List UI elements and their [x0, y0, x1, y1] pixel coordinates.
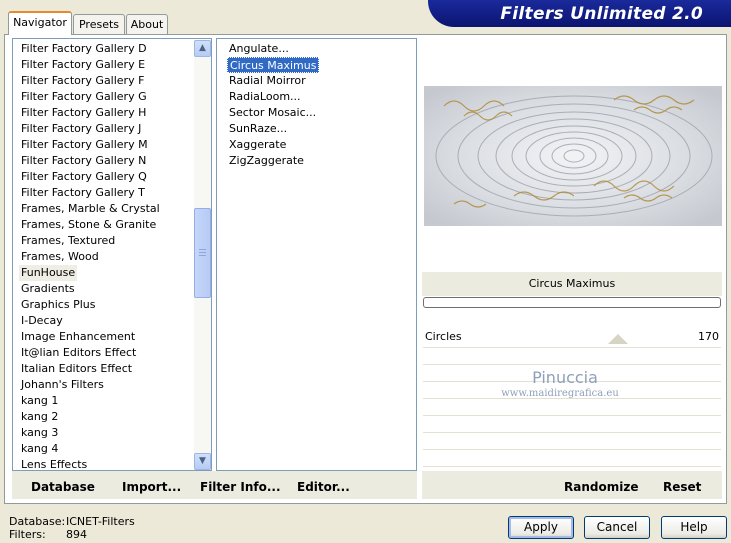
category-item[interactable]: Filter Factory Gallery E: [19, 57, 147, 73]
editor-button[interactable]: Editor...: [297, 478, 350, 496]
filter-item[interactable]: Angulate...: [227, 41, 291, 57]
category-item[interactable]: Johann's Filters: [19, 377, 106, 393]
preview-image: [424, 86, 722, 226]
tab-about[interactable]: About: [126, 14, 168, 34]
progress-bar: [423, 297, 721, 308]
filter-item[interactable]: Sector Mosaic...: [227, 105, 318, 121]
category-item[interactable]: Filter Factory Gallery M: [19, 137, 150, 153]
scroll-thumb[interactable]: [194, 208, 211, 298]
category-item[interactable]: Graphics Plus: [19, 297, 97, 313]
category-item[interactable]: FunHouse: [19, 265, 78, 281]
scroll-down-icon[interactable]: ▼: [194, 453, 211, 470]
filter-info-button[interactable]: Filter Info...: [200, 478, 281, 496]
category-item[interactable]: Filter Factory Gallery F: [19, 73, 146, 89]
status-filters-value: 894: [66, 528, 87, 541]
filter-item[interactable]: RadiaLoom...: [227, 89, 303, 105]
help-button[interactable]: Help: [661, 516, 727, 539]
filter-item[interactable]: Circus Maximus: [227, 57, 320, 73]
apply-button[interactable]: Apply: [508, 516, 574, 539]
category-item[interactable]: Filter Factory Gallery T: [19, 185, 147, 201]
app-title-banner: Filters Unlimited 2.0: [428, 0, 731, 27]
category-item[interactable]: Filter Factory Gallery Q: [19, 169, 149, 185]
category-item[interactable]: kang 4: [19, 441, 60, 457]
category-item[interactable]: kang 3: [19, 425, 60, 441]
parameter-slider-circles[interactable]: Circles 170: [422, 327, 722, 345]
parameter-value: 170: [698, 330, 719, 343]
reset-button[interactable]: Reset: [663, 478, 701, 496]
filter-item[interactable]: Radial Moirror: [227, 73, 308, 89]
watermark-title: Pinuccia: [532, 368, 598, 387]
category-item[interactable]: Filter Factory Gallery H: [19, 105, 148, 121]
filter-name-label: Circus Maximus: [422, 272, 722, 296]
category-item[interactable]: Filter Factory Gallery D: [19, 41, 149, 57]
status-database-value: ICNET-Filters: [66, 515, 135, 528]
category-item[interactable]: Gradients: [19, 281, 77, 297]
category-item[interactable]: I-Decay: [19, 313, 65, 329]
status-database-key: Database:: [9, 515, 66, 528]
watermark-url: www.maidiregrafica.eu: [501, 388, 619, 399]
category-item[interactable]: Frames, Stone & Granite: [19, 217, 158, 233]
filter-item[interactable]: Xaggerate: [227, 137, 288, 153]
category-item[interactable]: kang 1: [19, 393, 60, 409]
category-item[interactable]: Filter Factory Gallery G: [19, 89, 149, 105]
category-list[interactable]: Filter Factory Gallery D Filter Factory G…: [12, 38, 212, 471]
tab-presets[interactable]: Presets: [73, 14, 125, 34]
category-item[interactable]: Frames, Marble & Crystal: [19, 201, 162, 217]
slider-thumb[interactable]: [608, 334, 628, 344]
database-button[interactable]: Database: [31, 478, 95, 496]
category-item[interactable]: Image Enhancement: [19, 329, 137, 345]
status-filters-key: Filters:: [9, 528, 46, 541]
category-item[interactable]: Frames, Textured: [19, 233, 117, 249]
category-scrollbar[interactable]: ▲ ▼: [194, 40, 211, 470]
category-item[interactable]: Frames, Wood: [19, 249, 101, 265]
category-item[interactable]: Italian Editors Effect: [19, 361, 134, 377]
category-item[interactable]: Filter Factory Gallery N: [19, 153, 148, 169]
randomize-button[interactable]: Randomize: [564, 478, 638, 496]
cancel-button[interactable]: Cancel: [584, 516, 650, 539]
category-item[interactable]: kang 2: [19, 409, 60, 425]
scroll-up-icon[interactable]: ▲: [194, 40, 211, 57]
tab-navigator[interactable]: Navigator: [8, 11, 72, 35]
import-button[interactable]: Import...: [122, 478, 181, 496]
filter-item[interactable]: ZigZaggerate: [227, 153, 306, 169]
parameter-label: Circles: [425, 330, 462, 343]
category-item[interactable]: Filter Factory Gallery J: [19, 121, 143, 137]
filter-list[interactable]: Angulate... Circus Maximus Radial Moirror R…: [216, 38, 417, 471]
category-item[interactable]: It@lian Editors Effect: [19, 345, 138, 361]
preview-area: [422, 38, 722, 272]
filter-item[interactable]: SunRaze...: [227, 121, 289, 137]
